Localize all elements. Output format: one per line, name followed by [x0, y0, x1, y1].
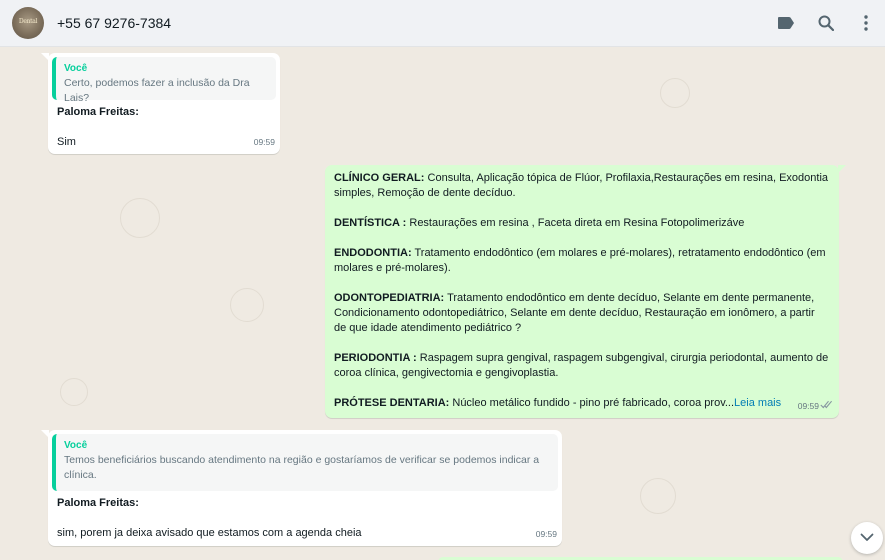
message-text: sim, porem ja deixa avisado que estamos …: [57, 527, 362, 539]
sender-name: Paloma Freitas:: [57, 106, 139, 118]
outgoing-message[interactable]: CLÍNICO GERAL: Consulta, Aplicação tópic…: [325, 165, 846, 418]
message-time: 09:59: [535, 529, 557, 539]
section-title: DENTÍSTICA :: [334, 217, 407, 229]
wallpaper-doodle: [230, 288, 264, 322]
wallpaper-doodle: [120, 198, 160, 238]
service-section: ODONTOPEDIATRIA: Tratamento endodôntico …: [334, 291, 829, 336]
quote-author: Você: [64, 63, 88, 74]
chevron-down-icon: [860, 529, 874, 547]
message-time: 09:59: [253, 137, 275, 147]
quote-text: Temos beneficiários buscando atendimento…: [64, 454, 540, 481]
quote-text: Certo, podemos fazer a inclusão da Dra L…: [64, 77, 250, 104]
wallpaper-doodle: [640, 478, 676, 514]
section-text: Restaurações em resina , Faceta direta e…: [406, 217, 745, 229]
service-section: PERIODONTIA : Raspagem supra gengival, r…: [334, 351, 829, 381]
clinic-logo-icon: Dental: [18, 18, 38, 25]
incoming-message[interactable]: Você Temos beneficiários buscando atendi…: [41, 430, 562, 546]
incoming-message[interactable]: Você Certo, podemos fazer a inclusão da …: [41, 53, 280, 154]
quoted-message[interactable]: Você Certo, podemos fazer a inclusão da …: [52, 57, 276, 104]
bubble-tail: [838, 165, 846, 173]
contact-avatar[interactable]: Dental: [12, 7, 44, 39]
sender-name: Paloma Freitas:: [57, 497, 139, 509]
service-section: ENDODONTIA: Tratamento endodôntico (em m…: [334, 246, 829, 276]
section-title: PRÓTESE DENTARIA:: [334, 397, 450, 409]
section-title: CLÍNICO GERAL:: [334, 172, 425, 184]
service-section: CLÍNICO GERAL: Consulta, Aplicação tópic…: [334, 171, 829, 201]
message-time: 09:59: [797, 401, 819, 411]
section-text: Núcleo metálico fundido - pino pré fabri…: [449, 397, 735, 409]
search-icon[interactable]: [815, 12, 837, 34]
wallpaper-doodle: [60, 378, 88, 406]
scroll-to-bottom-button[interactable]: [851, 522, 883, 554]
message-text: CLÍNICO GERAL: Consulta, Aplicação tópic…: [334, 171, 829, 411]
double-check-icon: [820, 399, 833, 414]
service-section: PRÓTESE DENTARIA: Núcleo metálico fundid…: [334, 396, 829, 411]
more-vertical-icon[interactable]: [855, 12, 877, 34]
message-text: Sim: [57, 136, 76, 148]
quote-author: Você: [64, 440, 88, 451]
service-section: DENTÍSTICA : Restaurações em resina , Fa…: [334, 216, 829, 231]
bubble-tail: [41, 430, 49, 438]
section-title: ODONTOPEDIATRIA:: [334, 292, 445, 304]
section-title: ENDODONTIA:: [334, 247, 412, 259]
read-more-link[interactable]: Leia mais: [734, 397, 781, 409]
label-icon[interactable]: [775, 12, 797, 34]
chat-header: Dental +55 67 9276-7384: [0, 0, 885, 47]
message-list[interactable]: Você Certo, podemos fazer a inclusão da …: [0, 48, 885, 560]
bubble-tail: [41, 53, 49, 61]
section-title: PERIODONTIA :: [334, 352, 417, 364]
wallpaper-doodle: [660, 78, 690, 108]
quoted-message[interactable]: Você Temos beneficiários buscando atendi…: [52, 434, 558, 491]
contact-name[interactable]: +55 67 9276-7384: [57, 15, 171, 31]
